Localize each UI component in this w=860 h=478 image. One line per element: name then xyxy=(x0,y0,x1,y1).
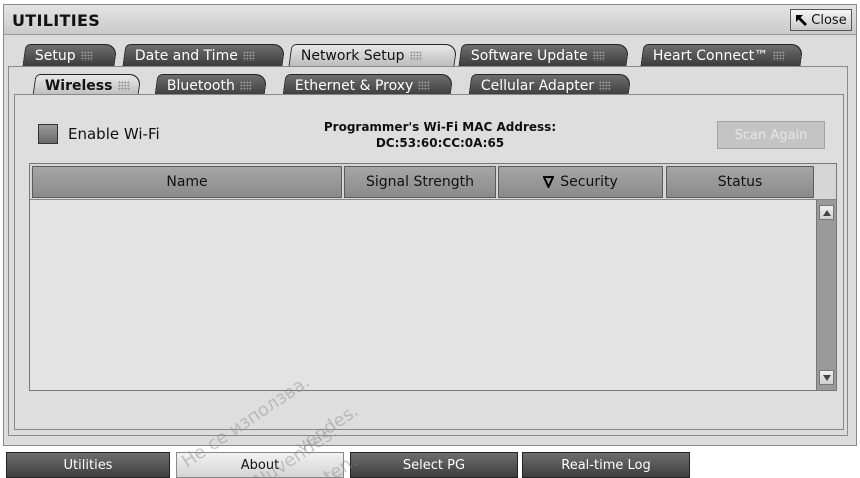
subtab-label: Bluetooth xyxy=(166,77,235,94)
mac-address-title: Programmer's Wi-Fi MAC Address: xyxy=(323,120,557,134)
subtab-label: Cellular Adapter xyxy=(480,77,595,94)
tab-label: Setup xyxy=(34,47,76,64)
scroll-down-icon xyxy=(822,374,831,381)
column-label: Status xyxy=(717,174,763,190)
bottom-nav: Utilities About Select PG Real-time Log xyxy=(0,450,860,478)
subtab-cellular-adapter[interactable]: Cellular Adapter xyxy=(468,74,632,96)
column-security[interactable]: Security xyxy=(498,166,663,198)
subtab-wireless[interactable]: Wireless xyxy=(32,74,142,96)
tab-date-and-time[interactable]: Date and Time xyxy=(122,44,286,66)
column-label: Name xyxy=(166,174,208,190)
column-name[interactable]: Name xyxy=(32,166,342,198)
grip-icon xyxy=(418,80,431,91)
tab-setup[interactable]: Setup xyxy=(22,44,118,66)
tab-label: Heart Connect™ xyxy=(652,47,769,64)
title-bar: UTILITIES Close xyxy=(4,5,856,35)
tab-label: Software Update xyxy=(470,47,588,64)
close-button[interactable]: Close xyxy=(790,9,852,31)
tab-software-update[interactable]: Software Update xyxy=(458,44,630,66)
tab-label: Date and Time xyxy=(134,47,238,64)
subtab-label: Ethernet & Proxy xyxy=(294,77,414,94)
table-header: Name Signal Strength Security Status xyxy=(30,164,836,200)
sub-tab-row: Wireless Bluetooth Ethernet & Proxy Cell… xyxy=(32,74,654,96)
grip-icon xyxy=(239,80,252,91)
network-table: Name Signal Strength Security Status xyxy=(29,163,837,391)
window-title: UTILITIES xyxy=(12,11,101,30)
grip-icon xyxy=(599,80,612,91)
grip-icon xyxy=(409,50,422,61)
grip-icon xyxy=(117,80,130,91)
nav-about[interactable]: About xyxy=(176,452,344,478)
nav-select-pg[interactable]: Select PG xyxy=(350,452,518,478)
vertical-scrollbar[interactable] xyxy=(816,200,836,390)
column-label: Security xyxy=(560,174,618,190)
column-status[interactable]: Status xyxy=(666,166,814,198)
nav-utilities[interactable]: Utilities xyxy=(6,452,170,478)
close-label: Close xyxy=(811,12,847,28)
nav-real-time-log[interactable]: Real-time Log xyxy=(522,452,690,478)
enable-wifi-checkbox[interactable] xyxy=(38,124,58,144)
subtab-label: Wireless xyxy=(44,77,113,94)
scroll-up-icon xyxy=(822,209,831,216)
scroll-down-button[interactable] xyxy=(819,370,834,385)
enable-wifi-label: Enable Wi-Fi xyxy=(68,125,160,143)
grip-icon xyxy=(242,50,255,61)
tab-heart-connect[interactable]: Heart Connect™ xyxy=(640,44,804,66)
table-body[interactable] xyxy=(30,200,816,390)
subtab-bluetooth[interactable]: Bluetooth xyxy=(154,74,268,96)
tab-network-setup[interactable]: Network Setup xyxy=(288,44,458,66)
sort-descending-icon xyxy=(543,176,555,188)
mac-address-value: DC:53:60:CC:0A:65 xyxy=(375,136,505,150)
column-label: Signal Strength xyxy=(365,174,474,190)
grip-icon xyxy=(80,50,93,61)
grip-icon xyxy=(592,50,605,61)
grip-icon xyxy=(773,50,786,61)
scroll-up-button[interactable] xyxy=(819,205,834,220)
tab-label: Network Setup xyxy=(300,47,405,64)
arrow-icon xyxy=(796,14,808,26)
column-signal-strength[interactable]: Signal Strength xyxy=(344,166,496,198)
subtab-ethernet-proxy[interactable]: Ethernet & Proxy xyxy=(282,74,454,96)
scan-again-button[interactable]: Scan Again xyxy=(717,121,825,149)
main-tab-row: Setup Date and Time Network Setup Softwa… xyxy=(22,44,844,66)
